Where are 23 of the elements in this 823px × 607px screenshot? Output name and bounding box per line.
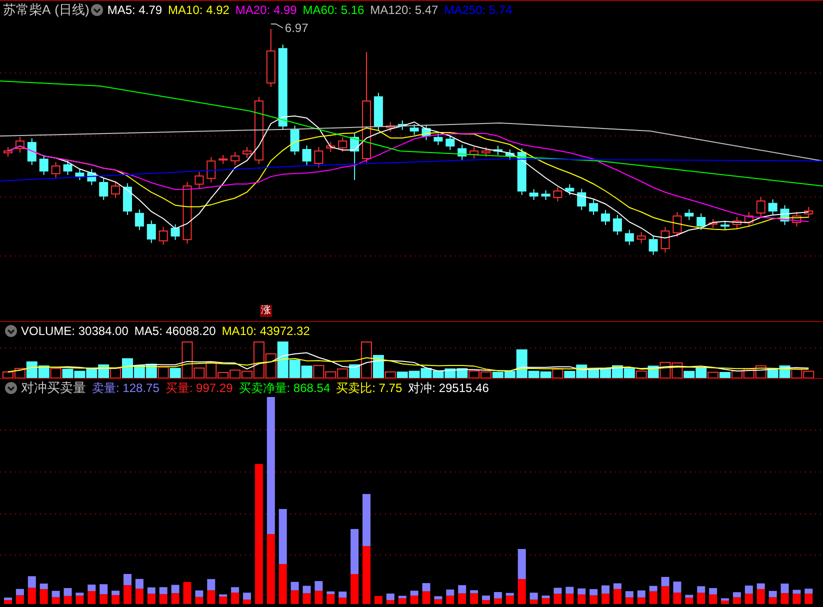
legend-value: MA10: 4.92 [168,2,230,19]
legend-value: MA120: 5.47 [370,2,438,19]
dropdown-icon[interactable] [91,4,104,16]
stock-name: 苏常柴A [3,1,51,19]
rise-marker: 涨 [260,305,272,317]
legend-value: MA250: 5.74 [444,2,512,19]
legend-value: 对冲: 29515.46 [408,380,489,397]
legend-value: MA10: 43972.32 [222,323,310,340]
legend-value: 买卖比: 7.75 [336,380,402,397]
legend-value: VOLUME: 30384.00 [21,323,128,340]
legend-value: MA60: 5.16 [302,2,364,19]
legend-value: MA5: 46088.20 [134,323,216,340]
dropdown-icon[interactable] [5,382,17,394]
legend-value: 买量: 997.29 [165,380,233,397]
dropdown-icon[interactable] [5,325,17,337]
legend-value: MA20: 4.99 [235,2,297,19]
leader-line [270,24,284,28]
legend-value: 买卖净量: 868.54 [238,380,330,397]
legend-value: MA5: 4.79 [107,2,162,19]
high-price-label: 6.97 [284,21,308,35]
legend-value: 卖量: 128.75 [92,380,160,397]
chart-period: (日线) [54,1,90,19]
indicator-title: 对冲买卖量 [21,379,86,397]
